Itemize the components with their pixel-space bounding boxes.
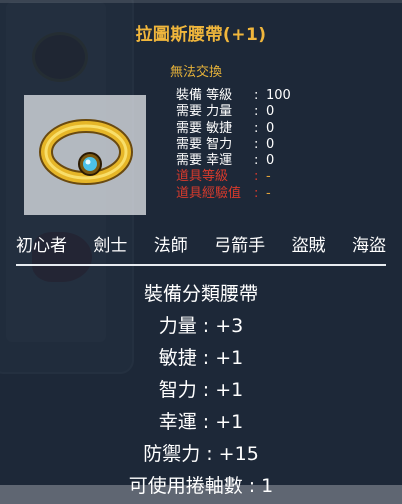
effect-dex: 敏捷 : +1 bbox=[158, 347, 244, 369]
req-luk: 需要 幸運:0 bbox=[176, 153, 275, 169]
job-warrior: 劍士 bbox=[93, 236, 128, 256]
effect-defense: 防禦力 : +15 bbox=[143, 443, 259, 465]
req-level: 裝備 等級:100 bbox=[176, 88, 291, 103]
req-int: 需要 智力:0 bbox=[176, 136, 275, 152]
effect-int: 智力 : +1 bbox=[158, 379, 244, 401]
job-thief: 盜賊 bbox=[291, 236, 326, 256]
equip-category: 裝備分類腰帶 bbox=[143, 283, 258, 305]
req-item-level: 道具等級: - bbox=[176, 169, 271, 185]
effect-luk: 幸運 : +1 bbox=[158, 411, 244, 433]
req-item-exp: 道具經驗值: - bbox=[176, 185, 271, 201]
job-beginner: 初心者 bbox=[16, 236, 67, 256]
job-archer: 弓箭手 bbox=[214, 236, 266, 256]
effects-list: 裝備分類腰帶 力量 : +3 敏捷 : +1 智力 : +1 幸運 : +1 防… bbox=[0, 280, 402, 504]
req-str: 需要 力量:0 bbox=[176, 104, 275, 120]
untradeable-label: 無法交換 bbox=[170, 65, 223, 80]
golden-belt-icon bbox=[39, 119, 133, 185]
requirements-list: 裝備 等級:100 需要 力量:0 需要 敏捷:0 需要 智力:0 需要 幸運:… bbox=[176, 88, 291, 202]
effect-scroll-slots: 可使用捲軸數 : 1 bbox=[128, 475, 274, 497]
job-list: 初心者 劍士 法師 弓箭手 盜賊 海盜 bbox=[0, 231, 402, 256]
job-pirate: 海盜 bbox=[351, 236, 386, 256]
item-name: 拉圖斯腰帶(+1) bbox=[135, 25, 267, 45]
job-magician: 法師 bbox=[153, 236, 188, 256]
effect-str: 力量 : +3 bbox=[158, 315, 244, 337]
item-tooltip: 拉圖斯腰帶(+1) 無法交換 裝備 等級:100 需要 力量:0 需要 敏捷:0… bbox=[0, 0, 402, 497]
divider bbox=[16, 264, 386, 266]
req-dex: 需要 敏捷:0 bbox=[176, 120, 275, 136]
tooltip-border bbox=[0, 0, 402, 3]
